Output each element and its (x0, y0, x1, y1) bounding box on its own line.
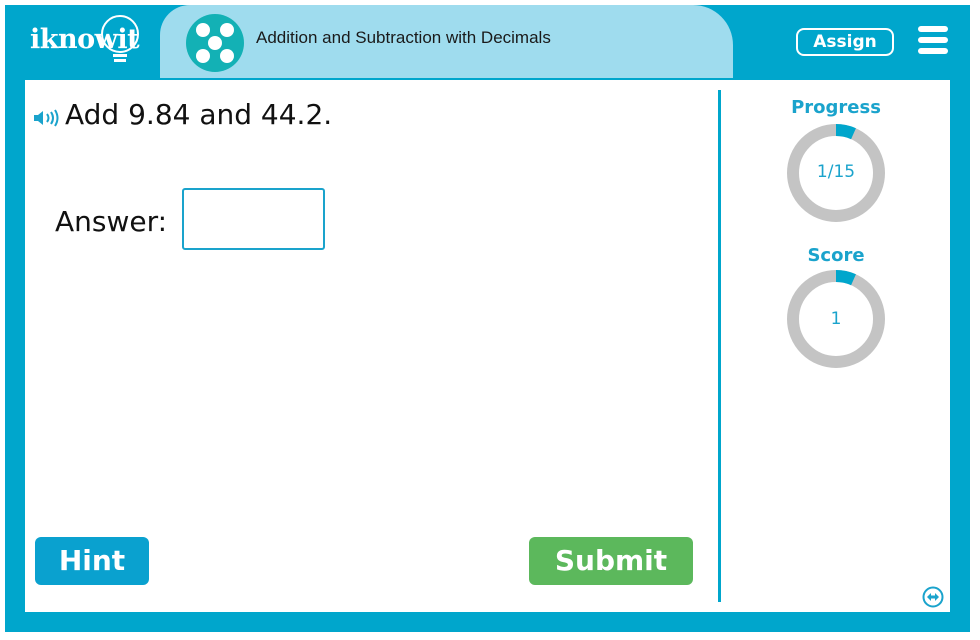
score-value: 1 (830, 309, 842, 329)
score-label: Score (807, 245, 865, 266)
answer-input[interactable] (182, 188, 325, 250)
answer-label: Answer: (55, 205, 168, 238)
assign-button[interactable]: Assign (796, 28, 894, 56)
lightbulb-icon (101, 15, 139, 62)
speaker-icon[interactable] (33, 109, 61, 127)
progress-value: 1/15 (816, 162, 856, 182)
question-text: Add 9.84 and 44.2. (65, 98, 333, 131)
submit-button[interactable]: Submit (529, 537, 693, 585)
panel-divider (718, 90, 721, 602)
topic-title: Addition and Subtraction with Decimals (256, 28, 551, 47)
progress-label: Progress (791, 97, 881, 118)
dice-five-icon (186, 14, 244, 72)
expand-horizontal-icon[interactable] (922, 586, 944, 608)
hint-button[interactable]: Hint (35, 537, 149, 585)
hamburger-menu-icon[interactable] (918, 26, 948, 54)
